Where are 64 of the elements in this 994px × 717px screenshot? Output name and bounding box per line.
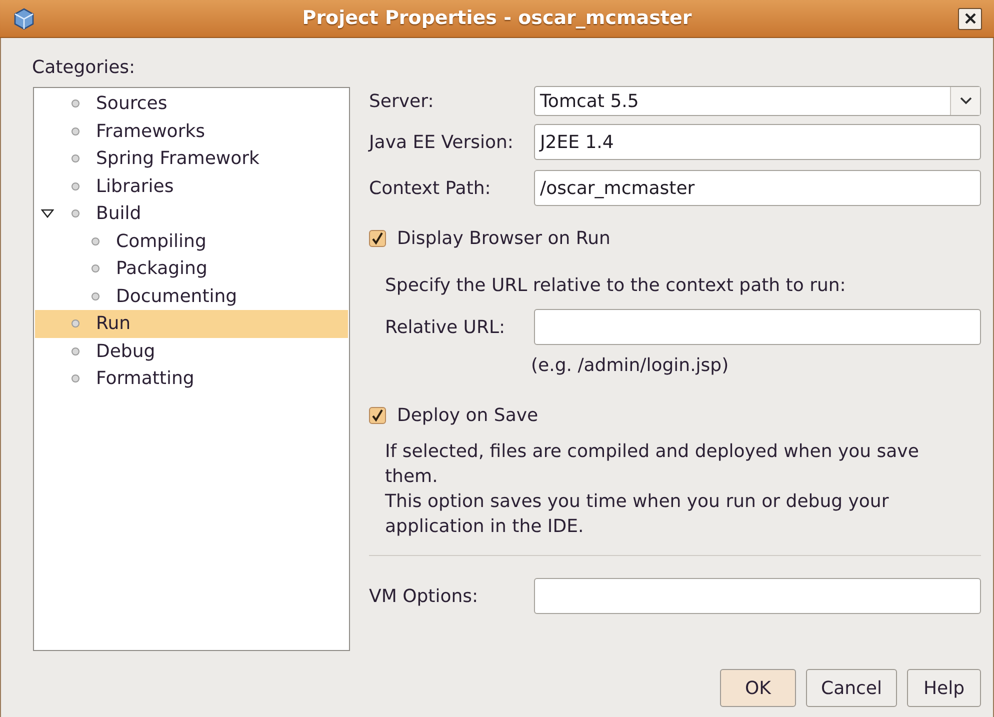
expand-triangle-icon[interactable] xyxy=(40,209,54,218)
tree-item[interactable]: Run xyxy=(35,310,348,338)
tree-item[interactable]: Compiling xyxy=(35,228,348,255)
server-dropdown[interactable]: Tomcat 5.5 xyxy=(534,86,981,116)
bullet-icon xyxy=(71,99,80,108)
server-value: Tomcat 5.5 xyxy=(539,90,640,114)
tree-item[interactable]: Libraries xyxy=(35,172,348,200)
tree-item[interactable]: Sources xyxy=(35,90,348,118)
tree-item-label: Debug xyxy=(96,340,156,364)
url-hint-text: Specify the URL relative to the context path to run: xyxy=(385,274,847,298)
context-path-label: Context Path: xyxy=(369,176,492,200)
tree-item-label: Run xyxy=(96,312,131,336)
relative-url-label: Relative URL: xyxy=(385,316,506,340)
bullet-icon xyxy=(71,346,80,356)
tree-item[interactable]: Documenting xyxy=(35,282,348,310)
check-icon xyxy=(371,409,384,422)
bullet-icon xyxy=(91,264,100,274)
bullet-icon xyxy=(71,209,80,218)
context-path-field[interactable]: /oscar_mcmaster xyxy=(534,170,981,206)
java-ee-version-label: Java EE Version: xyxy=(369,130,514,154)
tree-item-label: Packaging xyxy=(116,257,208,282)
check-icon xyxy=(371,232,384,245)
tree-item-label: Sources xyxy=(96,92,168,116)
bullet-icon xyxy=(71,374,80,384)
cube-icon xyxy=(12,6,36,30)
deploy-on-save-label[interactable]: Deploy on Save xyxy=(397,402,538,429)
tree-item[interactable]: Debug xyxy=(35,338,348,365)
checkbox[interactable] xyxy=(369,230,386,247)
bullet-icon xyxy=(71,126,80,136)
display-browser-label[interactable]: Display Browser on Run xyxy=(397,225,610,252)
relative-url-example: (e.g. /admin/login.jsp) xyxy=(531,354,730,378)
tree-item[interactable]: Spring Framework xyxy=(35,145,348,172)
tree-item[interactable]: Packaging xyxy=(35,255,348,282)
vm-options-field[interactable] xyxy=(534,578,981,614)
window-title: Project Properties - oscar_mcmaster xyxy=(301,6,693,32)
bullet-icon xyxy=(91,292,100,301)
tree-item-label: Frameworks xyxy=(96,120,206,144)
close-icon xyxy=(964,13,976,24)
deploy-description: If selected, files are compiled and deployed when you save them. xyxy=(385,440,920,489)
dialog-button[interactable]: Cancel xyxy=(806,669,897,707)
java-ee-version-field[interactable]: J2EE 1.4 xyxy=(534,124,981,160)
tree-item-label: Libraries xyxy=(96,174,174,199)
tree-item-label: Compiling xyxy=(116,230,206,254)
tree-item[interactable]: Build xyxy=(35,200,348,228)
tree-item[interactable]: Formatting xyxy=(35,365,348,392)
bullet-icon xyxy=(71,182,80,191)
checkbox[interactable] xyxy=(369,407,386,424)
bullet-icon xyxy=(91,236,100,246)
tree-item-label: Spring Framework xyxy=(96,147,260,172)
relative-url-field[interactable] xyxy=(534,309,981,345)
close-button[interactable] xyxy=(958,8,982,30)
categories-label: Categories: xyxy=(32,56,136,80)
dialog-button[interactable]: Help xyxy=(907,669,981,707)
deploy-description: This option saves you time when you run or debug your application in the IDE. xyxy=(385,490,890,539)
server-label: Server: xyxy=(369,90,435,114)
chevron-down-icon xyxy=(960,97,972,105)
tree-item[interactable]: Frameworks xyxy=(35,118,348,145)
bullet-icon xyxy=(71,154,80,164)
dialog-button[interactable]: OK xyxy=(720,669,796,707)
tree-item-label: Build xyxy=(96,202,142,226)
bullet-icon xyxy=(71,319,80,328)
tree-item-label: Documenting xyxy=(116,284,238,309)
vm-options-label: VM Options: xyxy=(369,584,480,608)
tree-item-label: Formatting xyxy=(96,367,194,392)
